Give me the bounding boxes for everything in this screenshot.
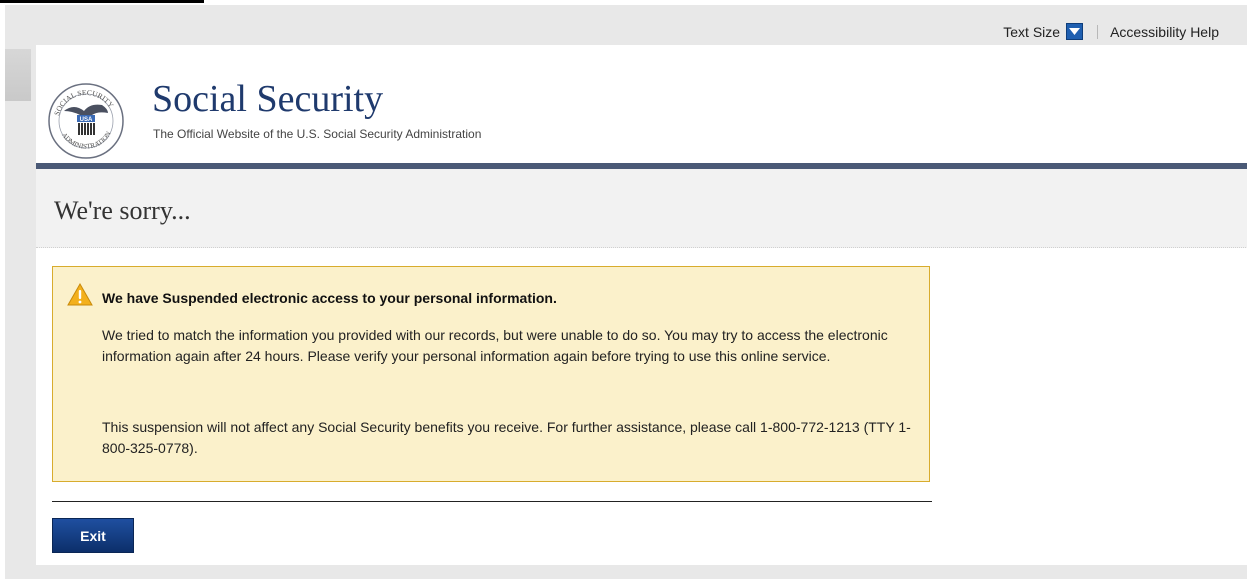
alert-heading: We have Suspended electronic access to y… [102,290,557,306]
page-frame: Text Size Accessibility Help SOCIAL SECU… [5,5,1247,579]
alert-paragraph-2: This suspension will not affect any Soci… [102,419,911,456]
brand-subtitle: The Official Website of the U.S. Social … [153,127,482,141]
exit-button[interactable]: Exit [52,518,134,553]
utility-separator [1097,24,1099,39]
alert-paragraph-1: We tried to match the information you pr… [102,327,888,364]
ssa-seal-logo[interactable]: SOCIAL SECURITY ADMINISTRATION USA [46,81,126,161]
header-side-band [5,49,31,101]
corner-mark [0,0,204,3]
page-title: We're sorry... [54,196,191,225]
utility-nav: Text Size Accessibility Help [1003,23,1219,40]
title-band: We're sorry... [36,169,1247,248]
content-divider [52,501,932,502]
main-page: SOCIAL SECURITY ADMINISTRATION USA Socia… [36,45,1247,565]
chevron-down-icon [1069,28,1081,35]
accessibility-help-link[interactable]: Accessibility Help [1110,24,1219,40]
warning-icon [67,283,93,306]
site-header: SOCIAL SECURITY ADMINISTRATION USA Socia… [36,45,1247,163]
brand-title[interactable]: Social Security [152,77,383,121]
svg-text:USA: USA [80,117,93,123]
text-size-dropdown-button[interactable] [1066,23,1084,40]
warning-alert: We have Suspended electronic access to y… [52,266,930,482]
text-size-label: Text Size [1003,23,1061,40]
